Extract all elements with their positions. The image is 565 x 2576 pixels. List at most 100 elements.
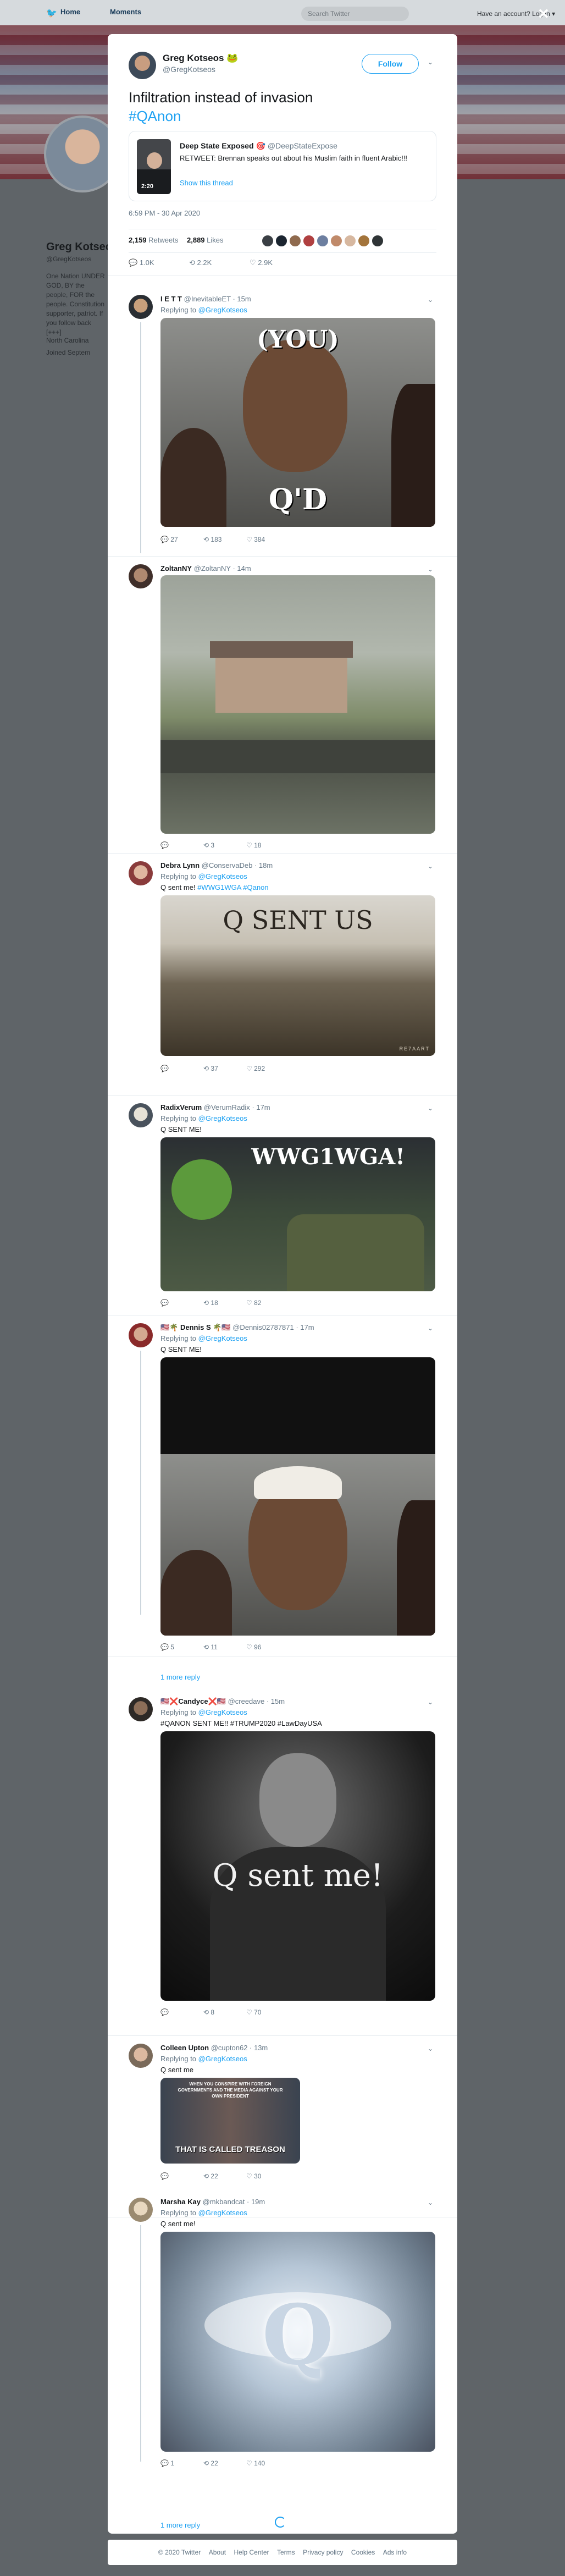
retweet-button[interactable]: ⟲ 37 [203,1065,218,1072]
retweet-button[interactable]: ⟲ 18 [203,1299,218,1307]
like-button[interactable]: ♡ 2.9K [250,258,273,267]
like-button[interactable]: ♡ 18 [246,841,261,849]
reply-tweet[interactable]: Marsha Kay @mkbandcat · 19m ⌄ Replying t… [108,2190,457,2498]
reply-image[interactable]: Q sent me! [160,1731,435,2001]
retweet-button[interactable]: ⟲ 22 [203,2172,218,2180]
quoted-tweet[interactable]: 2:20 Deep State Exposed 🎯 @DeepStateExpo… [129,131,436,201]
reply-author[interactable]: 🇺🇸❌Candyce❌🇺🇸 @creedave · 15m [160,1697,285,1706]
retweet-button[interactable]: ⟲ 22 [203,2459,218,2467]
likers-avatars[interactable] [262,235,385,250]
like-button[interactable]: ♡ 384 [246,536,265,543]
chevron-down-icon[interactable]: ⌄ [428,2199,433,2206]
avatar[interactable] [129,1697,153,1721]
reply-author[interactable]: I E T T @InevitableET · 15m [160,295,251,303]
footer-link-about[interactable]: About [209,2549,226,2556]
reply-button[interactable]: 💬 1.0K [129,258,154,267]
reply-tweet[interactable]: 🇺🇸🌴 Dennis S 🌴🇺🇸 @Dennis02787871 · 17m ⌄… [108,1315,457,1656]
reply-author[interactable]: RadixVerum @VerumRadix · 17m [160,1103,270,1111]
chevron-down-icon[interactable]: ⌄ [428,1324,433,1332]
show-thread-link[interactable]: Show this thread [180,179,233,187]
retweet-stat[interactable]: 2,159 Retweets [129,236,178,244]
reply-image[interactable]: WHEN YOU CONSPIRE WITH FOREIGN GOVERNMEN… [160,2078,300,2164]
reply-button[interactable]: 💬 1 [160,2459,174,2467]
avatar[interactable] [129,2044,153,2068]
chevron-down-icon[interactable]: ⌄ [428,2045,433,2052]
like-button[interactable]: ♡ 30 [246,2172,261,2180]
mention-link[interactable]: @GregKotseos [198,1708,247,1716]
chevron-down-icon[interactable]: ⌄ [428,565,433,573]
reply-tweet[interactable]: RadixVerum @VerumRadix · 17m ⌄ Replying … [108,1096,457,1315]
reply-button[interactable]: 💬 [160,1065,169,1072]
avatar[interactable] [129,1323,153,1347]
reply-tweet[interactable]: Debra Lynn @ConservaDeb · 18m ⌄ Replying… [108,854,457,1096]
reply-image[interactable]: WWG1WGA! [160,1137,435,1291]
reply-author[interactable]: Marsha Kay @mkbandcat · 19m [160,2198,265,2206]
twitter-bird-icon[interactable]: 🐦 [46,8,57,18]
chevron-down-icon[interactable]: ⌄ [428,1698,433,1706]
footer-link-help[interactable]: Help Center [234,2549,269,2556]
reply-author[interactable]: ZoltanNY @ZoltanNY · 14m [160,564,251,573]
footer-link-ads[interactable]: Ads info [383,2549,407,2556]
retweet-button[interactable]: ⟲ 11 [203,1643,218,1651]
retweet-button[interactable]: ⟲ 183 [203,536,221,543]
footer-link-terms[interactable]: Terms [277,2549,295,2556]
mention-link[interactable]: @GregKotseos [198,2055,247,2063]
retweet-button[interactable]: ⟲ 2.2K [189,258,212,267]
author-name[interactable]: Greg Kotseos 🐸 [163,53,238,64]
mention-link[interactable]: @GregKotseos [198,872,247,880]
reply-image[interactable]: Q SENT US RE7AART [160,895,435,1056]
like-stat[interactable]: 2,889 Likes [187,236,224,244]
reply-image[interactable] [160,1357,435,1636]
nav-home[interactable]: Home [60,8,80,16]
quoted-author[interactable]: Deep State Exposed 🎯 @DeepStateExpose [180,141,337,151]
chevron-down-icon[interactable]: ⌄ [428,58,433,66]
reply-button[interactable]: 💬 [160,1299,169,1307]
hashtag-link[interactable]: #QAnon [129,107,436,125]
reply-button[interactable]: 💬 5 [160,1643,174,1651]
reply-tweet[interactable]: ZoltanNY @ZoltanNY · 14m ⌄ 💬 ⟲ 3 ♡ 18 [108,557,457,854]
reply-button[interactable]: 💬 [160,841,169,849]
like-button[interactable]: ♡ 70 [246,2008,261,2016]
reply-image[interactable]: Q [160,2232,435,2452]
reply-button[interactable]: 💬 27 [160,536,178,543]
hashtag-link[interactable]: #WWG1WGA #Qanon [197,883,268,891]
video-thumbnail[interactable]: 2:20 [137,139,171,194]
reply-image[interactable]: (YOU) Q'D [160,318,435,527]
retweet-button[interactable]: ⟲ 8 [203,2008,214,2016]
reply-image[interactable] [160,575,435,834]
like-button[interactable]: ♡ 292 [246,1065,265,1072]
mention-link[interactable]: @GregKotseos [198,1334,247,1342]
like-button[interactable]: ♡ 82 [246,1299,261,1307]
reply-author[interactable]: 🇺🇸🌴 Dennis S 🌴🇺🇸 @Dennis02787871 · 17m [160,1323,314,1332]
tweet-timestamp[interactable]: 6:59 PM - 30 Apr 2020 [129,209,200,217]
search-input[interactable]: Search Twitter [301,7,409,21]
like-button[interactable]: ♡ 140 [246,2459,265,2467]
reply-tweet[interactable]: I E T T @InevitableET · 15m ⌄ Replying t… [108,287,457,557]
mention-link[interactable]: @GregKotseos [198,1114,247,1122]
reply-author[interactable]: Colleen Upton @cupton62 · 13m [160,2044,268,2052]
follow-button[interactable]: Follow [362,54,419,74]
retweet-button[interactable]: ⟲ 3 [203,841,214,849]
more-replies-link[interactable]: 1 more reply [160,2521,200,2529]
close-icon[interactable]: ✕ [538,5,550,23]
more-replies-link[interactable]: 1 more reply [160,1673,200,1681]
reply-tweet[interactable]: 🇺🇸❌Candyce❌🇺🇸 @creedave · 15m ⌄ Replying… [108,1689,457,2036]
like-button[interactable]: ♡ 96 [246,1643,261,1651]
chevron-down-icon[interactable]: ⌄ [428,1104,433,1112]
footer-link-privacy[interactable]: Privacy policy [303,2549,343,2556]
avatar[interactable] [129,861,153,885]
nav-moments[interactable]: Moments [110,8,141,16]
mention-link[interactable]: @GregKotseos [198,306,247,314]
author-handle[interactable]: @GregKotseos [163,65,215,74]
chevron-down-icon[interactable]: ⌄ [428,296,433,304]
mention-link[interactable]: @GregKotseos [198,2209,247,2217]
avatar[interactable] [129,295,153,319]
chevron-down-icon[interactable]: ⌄ [428,862,433,870]
reply-button[interactable]: 💬 [160,2008,169,2016]
reply-author[interactable]: Debra Lynn @ConservaDeb · 18m [160,861,273,869]
avatar[interactable] [129,1103,153,1127]
avatar[interactable] [129,2198,153,2222]
footer-link-cookies[interactable]: Cookies [351,2549,375,2556]
avatar[interactable] [129,52,156,79]
avatar[interactable] [129,564,153,588]
